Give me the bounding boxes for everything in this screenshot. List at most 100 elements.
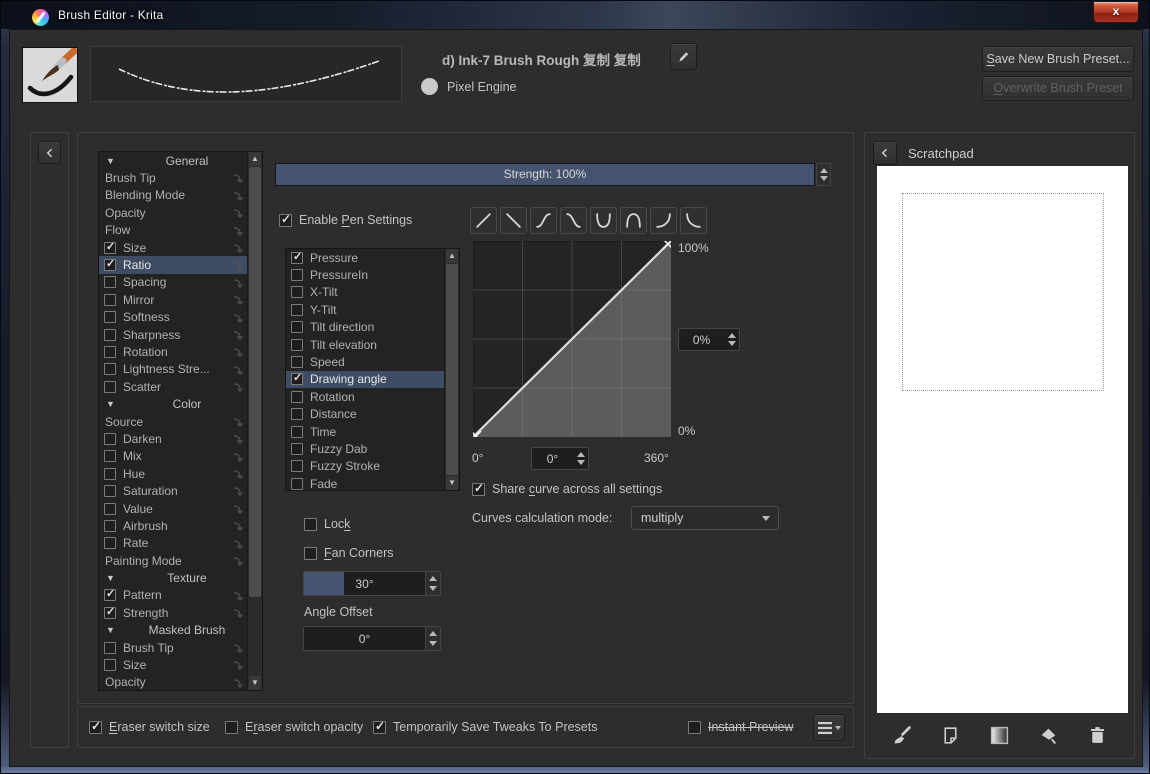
- checkbox-icon[interactable]: [279, 212, 292, 227]
- checkbox-icon[interactable]: [373, 719, 386, 734]
- checkbox-icon[interactable]: [291, 477, 303, 490]
- list-item[interactable]: Fuzzy Stroke: [286, 458, 459, 475]
- list-item[interactable]: Darken: [99, 430, 262, 447]
- checkbox-icon[interactable]: [104, 345, 116, 358]
- list-item[interactable]: Speed: [286, 353, 459, 370]
- list-item[interactable]: Opacity: [99, 204, 262, 221]
- checkbox-icon[interactable]: [104, 257, 116, 272]
- list-item[interactable]: Time: [286, 423, 459, 440]
- detach-editor-menu-button[interactable]: [813, 714, 845, 741]
- collapse-scratchpad-button[interactable]: [873, 141, 897, 165]
- list-item[interactable]: Distance: [286, 406, 459, 423]
- checkbox-icon[interactable]: [104, 363, 116, 376]
- list-item[interactable]: Softness: [99, 309, 262, 326]
- curve-preset-button[interactable]: [500, 207, 527, 234]
- checkbox-icon[interactable]: [225, 720, 238, 734]
- list-item[interactable]: Pattern: [99, 587, 262, 604]
- checkbox-icon[interactable]: [304, 517, 317, 531]
- checkbox-icon[interactable]: [291, 303, 303, 316]
- list-item[interactable]: Mirror: [99, 291, 262, 308]
- fill-background-button[interactable]: [1036, 723, 1062, 749]
- scrollbar-thumb[interactable]: [249, 167, 261, 597]
- list-item[interactable]: X-Tilt: [286, 284, 459, 301]
- transfer-curve-editor[interactable]: [470, 238, 674, 442]
- list-item[interactable]: PressureIn: [286, 266, 459, 283]
- list-item[interactable]: Flow: [99, 222, 262, 239]
- list-section-header[interactable]: ▼ Color: [99, 395, 262, 412]
- list-section-header[interactable]: ▼ General: [99, 152, 262, 169]
- checkbox-icon[interactable]: [472, 481, 485, 496]
- fill-gradient-button[interactable]: [986, 723, 1012, 749]
- close-button[interactable]: x: [1093, 2, 1139, 23]
- spin-up-icon[interactable]: [819, 167, 828, 173]
- checkbox-icon[interactable]: [104, 641, 116, 654]
- curve-preset-button[interactable]: [680, 207, 707, 234]
- checkbox-icon[interactable]: [291, 356, 303, 369]
- list-item[interactable]: Fade: [286, 475, 459, 490]
- fan-corners-checkbox[interactable]: Fan Corners: [304, 546, 393, 560]
- checkbox-icon[interactable]: [104, 485, 116, 498]
- checkbox-icon[interactable]: [291, 408, 303, 421]
- checkbox-icon[interactable]: [104, 311, 116, 324]
- checkbox-icon[interactable]: [291, 442, 303, 455]
- save-new-preset-button[interactable]: Save New Brush Preset...: [982, 46, 1134, 72]
- sensors-scrollbar[interactable]: ▲ ▼: [444, 249, 459, 490]
- curves-calculation-mode-select[interactable]: multiply: [631, 506, 779, 530]
- checkbox-icon[interactable]: [104, 587, 116, 602]
- checkbox-icon[interactable]: [291, 390, 303, 403]
- list-item[interactable]: Painting Mode: [99, 552, 262, 569]
- scroll-down-icon[interactable]: ▼: [249, 676, 261, 690]
- list-item[interactable]: Source: [99, 413, 262, 430]
- list-item[interactable]: Brush Tip: [99, 639, 262, 656]
- footer-checkbox[interactable]: Instant Preview: [688, 720, 793, 734]
- list-item[interactable]: Airbrush: [99, 517, 262, 534]
- checkbox-icon[interactable]: [104, 328, 116, 341]
- share-curve-checkbox[interactable]: Share curve across all settings: [472, 481, 662, 496]
- section-collapse-icon[interactable]: ▼: [106, 573, 115, 583]
- spin-arrows[interactable]: [425, 572, 440, 595]
- reset-scratchpad-button[interactable]: [1085, 723, 1111, 749]
- list-item[interactable]: Ratio: [99, 256, 262, 274]
- list-item[interactable]: Tilt direction: [286, 319, 459, 336]
- list-item[interactable]: Size: [99, 239, 262, 256]
- footer-checkbox[interactable]: Eraser switch opacity: [225, 720, 363, 734]
- checkbox-icon[interactable]: [104, 450, 116, 463]
- list-item[interactable]: Rotation: [99, 343, 262, 360]
- list-item[interactable]: Rotation: [286, 388, 459, 405]
- scroll-up-icon[interactable]: ▲: [446, 249, 458, 263]
- list-item[interactable]: Brush Tip: [99, 169, 262, 186]
- list-item[interactable]: Tilt elevation: [286, 336, 459, 353]
- list-item[interactable]: Y-Tilt: [286, 301, 459, 318]
- strength-spin-arrows[interactable]: [816, 163, 831, 186]
- curve-xvalue-spinbox[interactable]: 0°: [531, 447, 589, 470]
- list-item[interactable]: Mix: [99, 448, 262, 465]
- collapse-presets-button[interactable]: [38, 141, 61, 164]
- checkbox-icon[interactable]: [89, 719, 102, 734]
- checkbox-icon[interactable]: [291, 269, 303, 282]
- list-section-header[interactable]: ▼ Texture: [99, 569, 262, 586]
- list-item[interactable]: Scatter: [99, 378, 262, 395]
- lock-checkbox[interactable]: Lock: [304, 517, 350, 531]
- scratchpad-canvas[interactable]: [877, 166, 1128, 713]
- curve-preset-button[interactable]: [620, 207, 647, 234]
- curve-preset-button[interactable]: [470, 207, 497, 234]
- section-collapse-icon[interactable]: ▼: [106, 156, 115, 166]
- section-collapse-icon[interactable]: ▼: [106, 625, 115, 635]
- list-item[interactable]: Drawing angle: [286, 370, 459, 389]
- fill-preset-button[interactable]: [937, 723, 963, 749]
- checkbox-icon[interactable]: [291, 250, 303, 264]
- checkbox-icon[interactable]: [104, 502, 116, 515]
- list-item[interactable]: Strength: [99, 604, 262, 621]
- checkbox-icon[interactable]: [104, 605, 116, 619]
- footer-checkbox[interactable]: Temporarily Save Tweaks To Presets: [373, 719, 598, 734]
- list-item[interactable]: Hue: [99, 465, 262, 482]
- checkbox-icon[interactable]: [104, 659, 116, 672]
- list-item[interactable]: Sharpness: [99, 326, 262, 343]
- strength-slider[interactable]: Strength: 100%: [275, 163, 815, 186]
- list-item[interactable]: Rate: [99, 535, 262, 552]
- checkbox-icon[interactable]: [688, 720, 701, 734]
- checkbox-icon[interactable]: [104, 519, 116, 532]
- checkbox-icon[interactable]: [104, 276, 116, 289]
- fan-corners-angle-slider[interactable]: 30°: [303, 571, 441, 596]
- checkbox-icon[interactable]: [291, 425, 303, 438]
